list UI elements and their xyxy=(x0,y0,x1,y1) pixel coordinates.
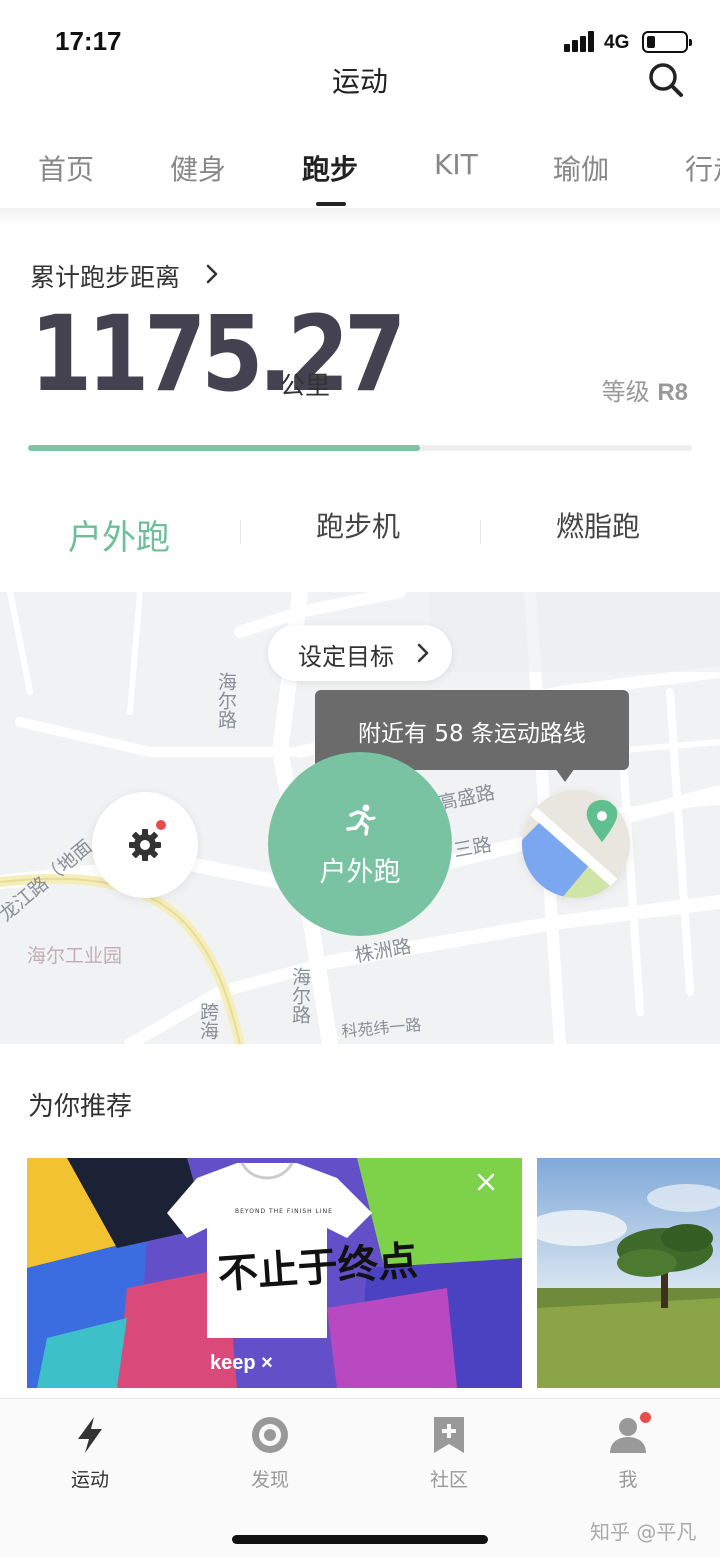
lightning-icon xyxy=(78,1417,102,1453)
category-tabs: 首页 健身 跑步 KIT 瑜伽 行走 xyxy=(0,138,720,208)
recommend-title: 为你推荐 xyxy=(28,1092,133,1122)
tab-home[interactable]: 首页 xyxy=(38,148,94,188)
battery-icon xyxy=(642,31,692,53)
run-type-outdoor[interactable]: 户外跑 xyxy=(68,510,170,559)
notification-dot xyxy=(156,820,166,830)
street-label: 株洲路 xyxy=(353,935,413,967)
tab-walking[interactable]: 行走 xyxy=(685,148,720,188)
nearby-routes-text: 附近有 58 条运动路线 xyxy=(358,721,586,747)
divider xyxy=(480,520,481,544)
signal-icon xyxy=(564,30,598,52)
network-type: 4G xyxy=(604,32,630,53)
nav-discover-label: 发现 xyxy=(250,1469,289,1491)
street-label: 跨海 xyxy=(197,1002,219,1040)
total-distance-value: 1175.27 xyxy=(30,293,406,415)
start-run-label: 户外跑 xyxy=(319,857,401,888)
level-prefix: 等级 xyxy=(601,378,650,406)
level-progress-bar xyxy=(28,445,692,451)
runner-icon xyxy=(346,804,376,836)
nav-sport[interactable]: 运动 xyxy=(30,1413,150,1492)
set-goal-label: 设定目标 xyxy=(298,643,394,671)
distance-unit: 公里 xyxy=(280,371,331,400)
target-icon xyxy=(252,1417,288,1453)
start-run-button[interactable]: 户外跑 xyxy=(268,752,452,936)
nav-sport-label: 运动 xyxy=(70,1469,109,1491)
chevron-right-icon[interactable] xyxy=(203,262,221,286)
chevron-right-icon xyxy=(417,643,429,663)
search-icon[interactable] xyxy=(648,62,684,98)
divider xyxy=(240,520,241,544)
home-indicator[interactable] xyxy=(232,1535,488,1544)
tooltip-tail xyxy=(555,768,575,782)
run-settings-button[interactable] xyxy=(92,792,198,898)
nav-me-label: 我 xyxy=(618,1469,638,1491)
street-label: 海尔工业园 xyxy=(27,945,122,967)
recommend-card-landscape[interactable] xyxy=(537,1158,720,1388)
page-title: 运动 xyxy=(331,65,388,98)
nav-community-label: 社区 xyxy=(429,1469,468,1491)
map-pin-icon xyxy=(522,790,630,898)
level-value: R8 xyxy=(657,379,688,406)
tab-fitness[interactable]: 健身 xyxy=(170,148,226,188)
tabs-shadow xyxy=(0,208,720,226)
level-progress-fill xyxy=(28,445,420,451)
bookmark-plus-icon xyxy=(434,1417,464,1453)
close-icon[interactable] xyxy=(474,1170,498,1194)
landscape-image xyxy=(537,1158,720,1388)
brand-label: keep × xyxy=(210,1352,273,1374)
route-map-button[interactable] xyxy=(522,790,630,898)
set-goal-button[interactable]: 设定目标 xyxy=(268,625,452,681)
status-time: 17:17 xyxy=(55,26,122,56)
nav-me[interactable]: 我 xyxy=(568,1413,688,1492)
tab-running[interactable]: 跑步 xyxy=(302,148,358,188)
level-badge[interactable]: 等级 R8 xyxy=(602,372,688,407)
nav-discover[interactable]: 发现 xyxy=(210,1413,330,1492)
svg-text:BEYOND THE FINISH LINE: BEYOND THE FINISH LINE xyxy=(235,1208,333,1215)
run-type-fatburn[interactable]: 燃脂跑 xyxy=(556,505,640,545)
gear-icon xyxy=(129,829,161,861)
recommend-card-tshirt[interactable]: BEYOND THE FINISH LINE 不止于终点 keep × xyxy=(27,1158,522,1388)
notification-dot xyxy=(640,1412,651,1423)
tab-kit[interactable]: KIT xyxy=(434,148,478,181)
watermark: 知乎 @平凡 xyxy=(590,1520,697,1544)
street-label: 海尔路 xyxy=(289,967,311,1024)
street-label: 海尔路 xyxy=(215,672,237,729)
total-distance-label[interactable]: 累计跑步距离 xyxy=(30,258,180,294)
nav-community[interactable]: 社区 xyxy=(389,1413,509,1492)
tshirt-promo-image: BEYOND THE FINISH LINE 不止于终点 xyxy=(27,1158,522,1388)
run-type-treadmill[interactable]: 跑步机 xyxy=(316,505,400,545)
tab-indicator xyxy=(316,202,346,206)
street-label: 科苑纬一路 xyxy=(341,1015,422,1041)
tab-yoga[interactable]: 瑜伽 xyxy=(553,148,609,188)
